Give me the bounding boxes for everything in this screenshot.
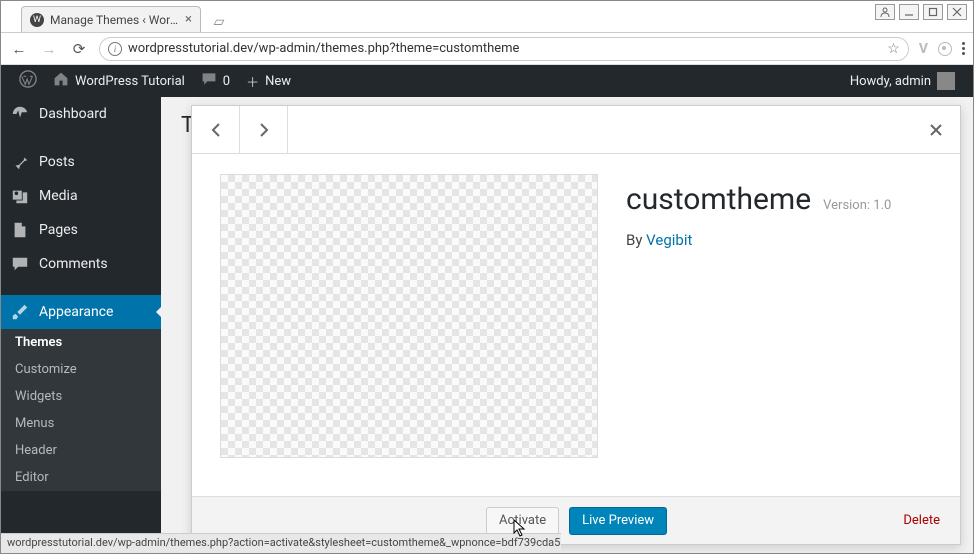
menu-label: Pages [39,222,78,238]
comment-icon [11,255,29,273]
site-name-menu[interactable]: WordPress Tutorial [45,65,193,97]
next-theme-button[interactable] [240,106,288,154]
delete-theme-link[interactable]: Delete [903,513,940,528]
browser-menu-button[interactable] [962,42,965,55]
submenu-header[interactable]: Header [1,437,161,464]
admin-sidebar: Dashboard Posts Media Pages Comments App… [1,97,161,553]
bookmark-star-icon[interactable]: ☆ [887,41,900,57]
brush-icon [11,303,29,321]
tab-title: Manage Themes ‹ WordP [50,13,179,27]
maximize-button[interactable] [923,4,943,20]
browser-status-bar: wordpresstutorial.dev/wp-admin/themes.ph… [1,533,561,553]
wordpress-favicon-icon: W [30,13,44,27]
site-name-label: WordPress Tutorial [75,74,185,89]
avatar-icon [937,72,955,90]
theme-version: Version: 1.0 [823,198,891,213]
reload-button[interactable]: ⟳ [69,39,89,59]
menu-label: Dashboard [39,106,107,122]
extension-target-icon[interactable] [938,42,952,56]
author-prefix: By [626,231,646,249]
forward-button[interactable]: → [39,39,59,59]
tab-close-icon[interactable]: × [185,12,192,27]
new-label: New [265,74,291,89]
howdy-text: Howdy, admin [850,74,931,89]
menu-appearance[interactable]: Appearance [1,295,161,329]
submenu-widgets[interactable]: Widgets [1,383,161,410]
menu-label: Comments [39,256,108,272]
appearance-submenu: Themes Customize Widgets Menus Header Ed… [1,329,161,491]
user-icon[interactable] [875,4,895,20]
back-button[interactable]: ← [9,39,29,59]
theme-details-modal: customtheme Version: 1.0 By Vegibit Acti… [191,105,961,545]
submenu-themes[interactable]: Themes [1,329,161,356]
dashboard-icon [11,105,29,123]
new-content-menu[interactable]: ＋ New [238,65,299,97]
browser-tab[interactable]: W Manage Themes ‹ WordP × [21,6,201,32]
wordpress-logo-icon [19,70,37,92]
site-info-icon[interactable]: i [108,42,122,56]
home-icon [53,71,69,91]
live-preview-button[interactable]: Live Preview [569,507,667,535]
modal-close-button[interactable] [912,106,960,154]
menu-comments[interactable]: Comments [1,247,161,281]
comment-icon [201,71,217,91]
menu-dashboard[interactable]: Dashboard [1,97,161,131]
my-account-menu[interactable]: Howdy, admin [842,65,963,97]
page-icon [11,221,29,239]
author-link[interactable]: Vegibit [646,231,692,249]
menu-label: Media [39,188,78,204]
submenu-customize[interactable]: Customize [1,356,161,383]
menu-media[interactable]: Media [1,179,161,213]
prev-theme-button[interactable] [192,106,240,154]
menu-label: Appearance [39,304,113,320]
activate-button[interactable]: Activate [486,507,559,535]
theme-screenshot [220,174,598,458]
new-tab-button[interactable]: ▱ [209,12,229,32]
theme-author: By Vegibit [626,231,932,249]
menu-posts[interactable]: Posts [1,145,161,179]
menu-label: Posts [39,154,75,170]
wp-logo-menu[interactable] [11,65,45,97]
extension-v-icon[interactable]: V [919,41,928,57]
comments-count: 0 [223,74,230,89]
plus-icon: ＋ [246,72,259,91]
window-close-button[interactable] [947,4,967,20]
media-icon [11,187,29,205]
theme-name: customtheme [626,182,811,217]
submenu-editor[interactable]: Editor [1,464,161,491]
url-text: wordpresstutorial.dev/wp-admin/themes.ph… [128,41,881,56]
minimize-button[interactable] [899,4,919,20]
submenu-menus[interactable]: Menus [1,410,161,437]
menu-pages[interactable]: Pages [1,213,161,247]
comments-menu[interactable]: 0 [193,65,238,97]
address-bar[interactable]: i wordpresstutorial.dev/wp-admin/themes.… [99,37,909,61]
pin-icon [11,153,29,171]
